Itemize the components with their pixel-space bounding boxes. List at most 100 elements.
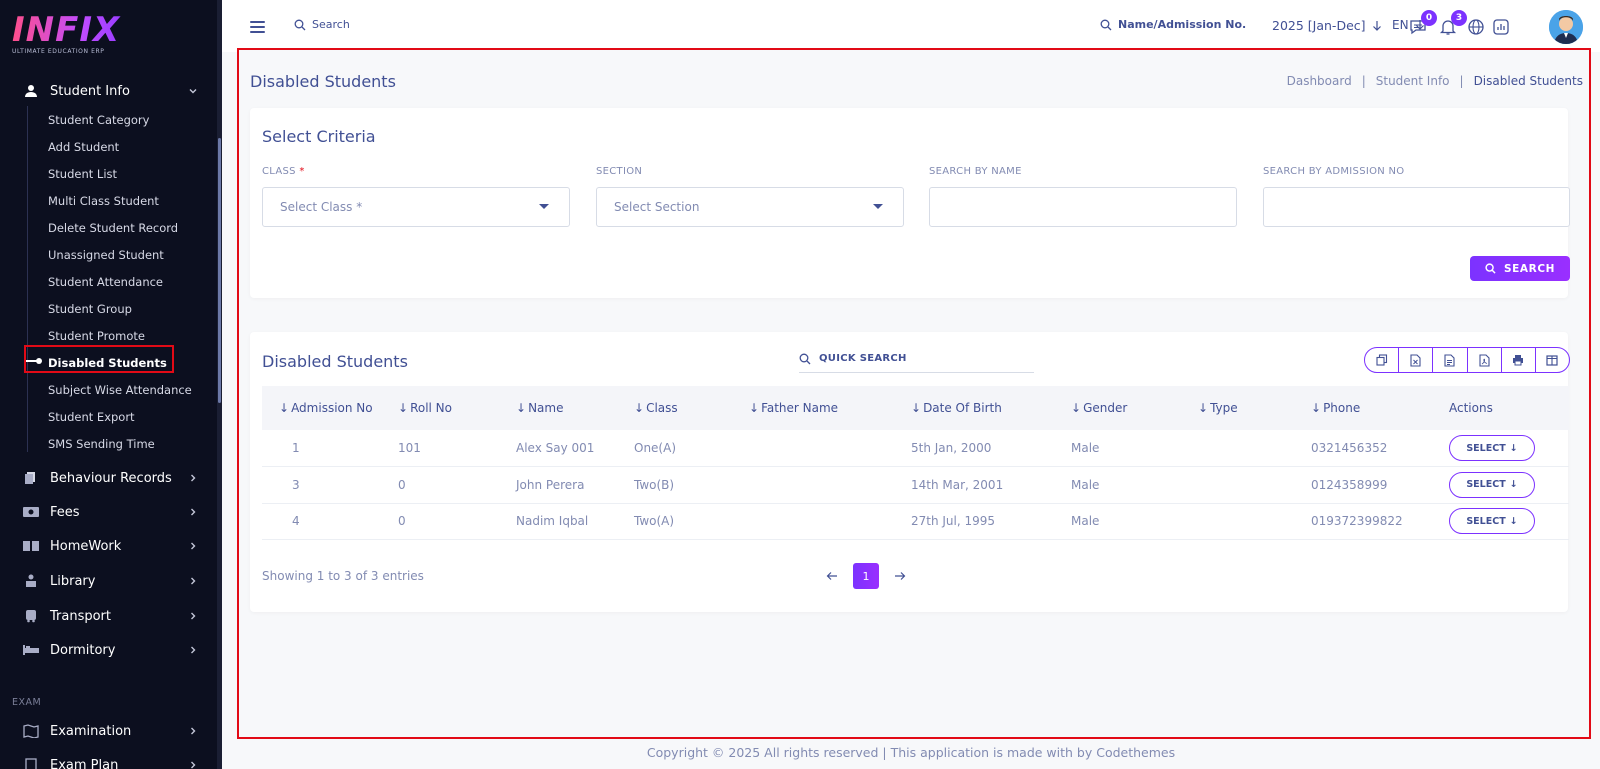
- sidebar-item-student-category[interactable]: Student Category: [48, 113, 149, 131]
- sidebar-scrollbar[interactable]: [218, 138, 221, 403]
- notification-button[interactable]: 3: [1437, 10, 1467, 38]
- column-header-gender[interactable]: ↓ Gender: [1071, 386, 1198, 430]
- quick-search-input[interactable]: QUICK SEARCH: [799, 345, 1034, 373]
- sidebar-group-label: Fees: [50, 504, 80, 520]
- chevron-right-icon: [186, 758, 200, 769]
- section-select[interactable]: Select Section: [596, 187, 904, 227]
- cell-type: [1198, 466, 1311, 504]
- top-search[interactable]: Search: [294, 18, 350, 31]
- sidebar-item-subject-wise-attendance[interactable]: Subject Wise Attendance: [48, 383, 192, 401]
- cell-dob: 5th Jan, 2000: [911, 430, 1071, 467]
- cell-dob: 27th Jul, 1995: [911, 503, 1071, 540]
- excel-button[interactable]: [1399, 348, 1434, 372]
- sidebar-item-student-export[interactable]: Student Export: [48, 410, 135, 428]
- sidebar-group-transport[interactable]: Transport: [0, 601, 218, 631]
- export-buttons: [1364, 347, 1570, 373]
- arrow-down-icon: ↓: [1509, 479, 1518, 491]
- sidebar-group-behaviour-records[interactable]: Behaviour Records: [0, 463, 218, 493]
- print-icon: [1513, 355, 1524, 366]
- admission-search-label: Name/Admission No.: [1118, 18, 1247, 31]
- sidebar-item-sms-sending-time[interactable]: SMS Sending Time: [48, 437, 155, 455]
- chat-button[interactable]: 0: [1407, 10, 1437, 38]
- sidebar-item-student-promote[interactable]: Student Promote: [48, 329, 145, 347]
- brand-tagline: ULTIMATE EDUCATION ERP: [12, 48, 105, 55]
- pagination: 1: [825, 563, 907, 589]
- next-page-button[interactable]: [893, 569, 907, 583]
- admission-search[interactable]: Name/Admission No.: [1100, 18, 1246, 31]
- sidebar-group-label: Student Info: [50, 83, 130, 99]
- class-select[interactable]: Select Class *: [262, 187, 570, 227]
- file-text-icon: [1444, 353, 1455, 367]
- sidebar-item-student-attendance[interactable]: Student Attendance: [48, 275, 163, 293]
- csv-button[interactable]: [1433, 348, 1468, 372]
- sidebar-item-multi-class-student[interactable]: Multi Class Student: [48, 194, 159, 212]
- sidebar-group-exam-plan[interactable]: Exam Plan: [0, 750, 218, 769]
- chevron-right-icon: [186, 574, 200, 588]
- map-icon: [22, 722, 40, 740]
- sidebar-group-homework[interactable]: HomeWork: [0, 531, 218, 561]
- brand-name: INFIX: [12, 13, 152, 47]
- table-row: 3 0 John Perera Two(B) 14th Mar, 2001 Ma…: [262, 466, 1569, 504]
- admission-search-input[interactable]: [1263, 187, 1570, 227]
- sidebar-group-label: Exam Plan: [50, 757, 119, 769]
- sidebar-group-fees[interactable]: Fees: [0, 497, 218, 527]
- cell-gender: Male: [1071, 466, 1198, 504]
- academic-year-select[interactable]: 2025 [Jan-Dec]: [1272, 18, 1382, 33]
- sidebar-item-student-group[interactable]: Student Group: [48, 302, 132, 320]
- row-select-button[interactable]: SELECT ↓: [1449, 435, 1535, 461]
- column-header-phone[interactable]: ↓ Phone: [1311, 386, 1449, 430]
- cell-admission: 4: [262, 503, 398, 540]
- sidebar-group-dormitory[interactable]: Dormitory: [0, 635, 218, 665]
- sidebar-group-student-info[interactable]: Student Info: [0, 76, 218, 106]
- copy-button[interactable]: [1365, 348, 1400, 372]
- sidebar-group-library[interactable]: Library: [0, 566, 218, 596]
- breadcrumb-dashboard[interactable]: Dashboard: [1287, 74, 1352, 88]
- sidebar-item-delete-student-record[interactable]: Delete Student Record: [48, 221, 178, 239]
- file-excel-icon: [1410, 353, 1421, 367]
- row-select-button[interactable]: SELECT ↓: [1449, 508, 1535, 535]
- column-header-actions: Actions: [1449, 386, 1569, 430]
- section-label-exam: EXAM: [12, 697, 42, 708]
- column-header-date-of-birth[interactable]: ↓ Date Of Birth: [911, 386, 1071, 430]
- column-header-type[interactable]: ↓ Type: [1198, 386, 1311, 430]
- print-button[interactable]: [1502, 348, 1536, 372]
- cell-admission: 3: [262, 466, 398, 504]
- sort-arrow-icon: ↓: [911, 401, 922, 415]
- name-search-input[interactable]: [929, 187, 1237, 227]
- sidebar-item-unassigned-student[interactable]: Unassigned Student: [48, 248, 164, 266]
- search-button[interactable]: SEARCH: [1470, 256, 1570, 281]
- sidebar-group-examination[interactable]: Examination: [0, 716, 218, 746]
- row-select-button[interactable]: SELECT ↓: [1449, 471, 1535, 498]
- students-table: ↓ Admission No ↓ Roll No ↓ Name ↓ Class ↓ Fat…: [262, 386, 1569, 540]
- brand-logo[interactable]: INFIX ULTIMATE EDUCATION ERP: [12, 13, 152, 58]
- globe-icon: [1468, 19, 1484, 35]
- prev-page-button[interactable]: [825, 569, 839, 583]
- sidebar-item-disabled-students[interactable]: Disabled Students: [48, 356, 167, 374]
- column-header-name[interactable]: ↓ Name: [516, 386, 634, 430]
- sort-arrow-icon: ↓: [398, 401, 409, 415]
- class-select-value: Select Class *: [280, 200, 363, 214]
- cell-name: Nadim Iqbal: [516, 503, 634, 540]
- page-button-current[interactable]: 1: [853, 563, 879, 589]
- sidebar-item-student-list[interactable]: Student List: [48, 167, 117, 185]
- columns-button[interactable]: [1536, 348, 1569, 372]
- analytics-button[interactable]: [1490, 16, 1512, 38]
- column-header-father-name[interactable]: ↓ Father Name: [749, 386, 911, 430]
- column-header-class[interactable]: ↓ Class: [634, 386, 749, 430]
- sidebar: INFIX ULTIMATE EDUCATION ERP Student Inf…: [0, 0, 222, 769]
- column-header-admission-no[interactable]: ↓ Admission No: [262, 386, 398, 430]
- website-button[interactable]: [1465, 16, 1487, 38]
- breadcrumb-student-info[interactable]: Student Info: [1376, 74, 1450, 88]
- sidebar-item-add-student[interactable]: Add Student: [48, 140, 119, 158]
- column-header-roll-no[interactable]: ↓ Roll No: [398, 386, 516, 430]
- cell-admission: 1: [262, 430, 398, 467]
- sidebar-group-label: Dormitory: [50, 642, 116, 658]
- chevron-right-icon: [186, 539, 200, 553]
- submenu-line: [27, 106, 28, 452]
- sort-arrow-icon: ↓: [1071, 401, 1082, 415]
- avatar[interactable]: [1549, 10, 1583, 44]
- cell-actions: SELECT ↓: [1449, 430, 1569, 467]
- pdf-button[interactable]: [1468, 348, 1502, 372]
- class-label: CLASS *: [262, 166, 305, 177]
- menu-toggle-icon[interactable]: [250, 21, 265, 33]
